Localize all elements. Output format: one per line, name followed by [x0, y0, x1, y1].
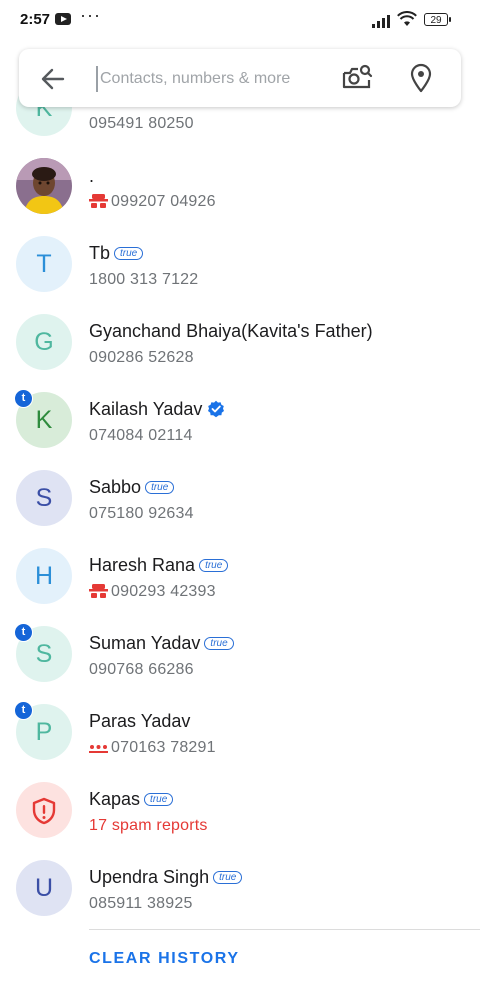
- contact-row[interactable]: St Suman Yadav true 090768 66286: [0, 623, 480, 704]
- spy-icon: [89, 583, 111, 600]
- dots-icon: [89, 739, 111, 756]
- contact-name-line: Paras Yadav: [89, 710, 190, 732]
- contact-row[interactable]: S Sabbo true 075180 92634: [0, 470, 480, 548]
- contact-avatar[interactable]: G: [16, 314, 72, 370]
- spam-shield-icon: [31, 796, 57, 825]
- contact-row[interactable]: Kt Kailash Yadav 074084 02114: [0, 389, 480, 470]
- contact-number-line: 090768 66286: [89, 661, 194, 679]
- contact-avatar[interactable]: U: [16, 860, 72, 916]
- contact-avatar[interactable]: H: [16, 548, 72, 604]
- contact-number: 1800 313 7122: [89, 271, 199, 288]
- contact-number-line: 070163 78291: [89, 739, 216, 757]
- contact-number: 095491 80250: [89, 115, 194, 132]
- clear-history-button[interactable]: CLEAR HISTORY: [89, 950, 240, 968]
- spam-avatar[interactable]: [16, 782, 72, 838]
- truecaller-user-badge-icon: t: [14, 623, 33, 642]
- true-label-badge: true: [144, 792, 174, 806]
- contact-row[interactable]: Pt Paras Yadav 070163 78291: [0, 701, 480, 782]
- contact-number-line: 095491 80250: [89, 115, 194, 133]
- contact-row[interactable]: T Tb true 1800 313 7122: [0, 236, 480, 314]
- contact-name-line: Haresh Rana true: [89, 554, 229, 576]
- battery-icon: 29: [424, 13, 451, 26]
- contact-number: 075180 92634: [89, 505, 194, 522]
- truecaller-user-badge-icon: t: [14, 701, 33, 720]
- contact-name-line: Tb true: [89, 242, 144, 264]
- contact-number: 090286 52628: [89, 349, 194, 366]
- true-label-badge: true: [204, 636, 234, 650]
- contact-name-line: Sabbo true: [89, 476, 175, 498]
- contact-number: 090293 42393: [111, 583, 216, 600]
- contact-number: 070163 78291: [111, 739, 216, 756]
- contact-name: Gyanchand Bhaiya(Kavita's Father): [89, 320, 373, 341]
- contact-number: 090768 66286: [89, 661, 194, 678]
- back-arrow-icon[interactable]: [39, 65, 67, 93]
- location-pin-icon[interactable]: [409, 63, 433, 93]
- contact-row[interactable]: U Upendra Singh true 085911 38925: [0, 860, 480, 938]
- contact-number-line: 075180 92634: [89, 505, 194, 523]
- contact-name-line: Gyanchand Bhaiya(Kavita's Father): [89, 320, 373, 342]
- search-input[interactable]: [96, 66, 307, 92]
- contact-name-line: Kailash Yadav: [89, 398, 225, 420]
- contact-number-line: 090293 42393: [89, 583, 216, 601]
- contact-row[interactable]: G Gyanchand Bhaiya(Kavita's Father) 090286…: [0, 314, 480, 392]
- true-label-badge: true: [145, 480, 175, 494]
- camera-search-icon[interactable]: [341, 63, 373, 93]
- status-time: 2:57: [20, 11, 51, 28]
- spam-reports-text: 17 spam reports: [89, 817, 208, 834]
- true-label-badge: true: [114, 246, 144, 260]
- contact-number-line: 085911 38925: [89, 895, 193, 913]
- contact-name-line: Suman Yadav true: [89, 632, 234, 654]
- contact-number-line: 1800 313 7122: [89, 271, 198, 289]
- true-label-badge: true: [199, 558, 229, 572]
- contact-name-line: Upendra Singh true: [89, 866, 243, 888]
- spy-icon: [89, 193, 111, 210]
- contact-number-line: 090286 52628: [89, 349, 194, 367]
- youtube-notification-icon: [55, 13, 71, 25]
- contact-name-line: Kapas true: [89, 788, 174, 810]
- verified-badge-icon: [202, 398, 225, 418]
- contact-avatar[interactable]: T: [16, 236, 72, 292]
- spam-report-count: 17 spam reports: [89, 817, 208, 835]
- contact-name: Paras Yadav: [89, 710, 191, 731]
- contact-name: Upendra Singh: [89, 866, 210, 887]
- contact-name: Kapas: [89, 788, 141, 809]
- contact-photo-avatar[interactable]: [16, 158, 72, 214]
- contact-number: 074084 02114: [89, 427, 193, 444]
- contact-name-line: .: [89, 165, 94, 187]
- more-notifications-icon: ···: [80, 5, 101, 25]
- search-bar: [19, 49, 461, 107]
- cellular-signal-icon: [372, 15, 390, 28]
- contact-row[interactable]: H Haresh Rana true 090293 42393: [0, 548, 480, 626]
- contact-name: Tb: [89, 242, 111, 263]
- contact-name: Sabbo: [89, 476, 142, 497]
- contact-number-line: 099207 04926: [89, 193, 216, 211]
- contact-name: Haresh Rana: [89, 554, 196, 575]
- contact-name: Suman Yadav: [89, 632, 201, 653]
- contact-name: Kailash Yadav: [89, 398, 203, 419]
- contact-avatar[interactable]: S: [16, 470, 72, 526]
- wifi-icon: [397, 11, 417, 26]
- contact-number: 085911 38925: [89, 895, 193, 912]
- contact-number-line: 074084 02114: [89, 427, 193, 445]
- divider: [89, 929, 480, 930]
- truecaller-user-badge-icon: t: [14, 389, 33, 408]
- true-label-badge: true: [213, 870, 243, 884]
- contact-number: 099207 04926: [111, 193, 216, 210]
- status-bar: 2:57 ··· 29: [0, 0, 480, 40]
- contact-row[interactable]: Kapas true 17 spam reports: [0, 782, 480, 860]
- contact-name: .: [89, 165, 95, 186]
- contact-row[interactable]: . 099207 04926: [0, 158, 480, 236]
